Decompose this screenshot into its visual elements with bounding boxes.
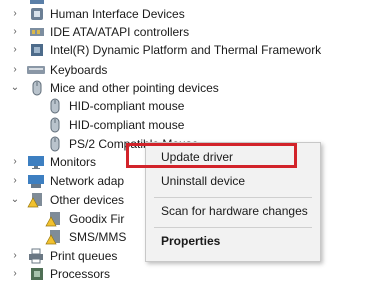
tree-item-keyboards[interactable]: › Keyboards [0,61,380,79]
chevron-right-icon[interactable]: › [10,23,20,41]
mouse-icon [29,80,47,96]
tree-item-label: IDE ATA/ATAPI controllers [50,25,190,39]
chevron-right-icon[interactable]: › [10,153,20,171]
tree-item-hid-mouse-2[interactable]: HID-compliant mouse [0,116,380,134]
tree-item-hid-mouse-1[interactable]: HID-compliant mouse [0,97,380,115]
chevron-down-icon[interactable]: ⌄ [10,191,20,209]
processor-icon [28,266,46,282]
monitor-icon [27,154,45,170]
tree-item-label: Goodix Fir [69,212,125,226]
menu-item-scan-hardware[interactable]: Scan for hardware changes [161,201,308,221]
printer-icon [27,248,45,264]
chevron-right-icon[interactable]: › [10,5,20,23]
tree-item-ide-controllers[interactable]: › IDE ATA/ATAPI controllers [0,23,380,41]
tree-item-label: Mice and other pointing devices [50,81,219,95]
tree-item-processors[interactable]: › Processors [0,265,380,283]
ide-controller-icon [28,24,46,40]
keyboard-icon [26,62,45,78]
tree-item-intel-dptf[interactable]: › Intel(R) Dynamic Platform and Thermal … [0,41,380,59]
tree-item-label: Keyboards [50,63,108,77]
chevron-right-icon[interactable]: › [10,41,20,59]
network-icon [27,173,45,189]
tree-item-label: Print queues [50,249,118,263]
chevron-right-icon[interactable]: › [10,265,20,283]
menu-separator [154,227,312,228]
tree-item-label: HID-compliant mouse [69,99,185,113]
mouse-icon [47,136,65,152]
highlight-box [126,143,297,168]
mouse-icon [47,117,65,133]
tree-item-label: SMS/MMS [69,230,127,244]
chevron-right-icon[interactable]: › [10,172,20,190]
tree-item-label: Human Interface Devices [50,7,185,21]
tree-item-label: Monitors [50,155,97,169]
chevron-right-icon[interactable]: › [10,247,20,265]
chip-icon [28,42,46,58]
hid-icon [28,6,46,22]
chevron-right-icon[interactable]: › [10,61,20,79]
chevron-down-icon[interactable]: ⌄ [10,79,20,97]
tree-item-label: Other devices [50,193,125,207]
menu-separator [154,197,312,198]
tree-item-label: Network adap [50,174,125,188]
tree-item-mice[interactable]: ⌄ Mice and other pointing devices [0,79,380,97]
warning-device-icon [27,192,45,208]
tree-item-human-interface-devices[interactable]: › Human Interface Devices [0,5,380,23]
warning-device-icon [45,229,63,245]
tree-item-label: HID-compliant mouse [69,118,185,132]
tree-item-label: Processors [50,267,111,281]
warning-device-icon [45,211,63,227]
menu-item-uninstall-device[interactable]: Uninstall device [161,171,245,191]
menu-item-properties[interactable]: Properties [161,231,220,251]
mouse-icon [47,98,65,114]
tree-item-label: Intel(R) Dynamic Platform and Thermal Fr… [50,43,322,57]
